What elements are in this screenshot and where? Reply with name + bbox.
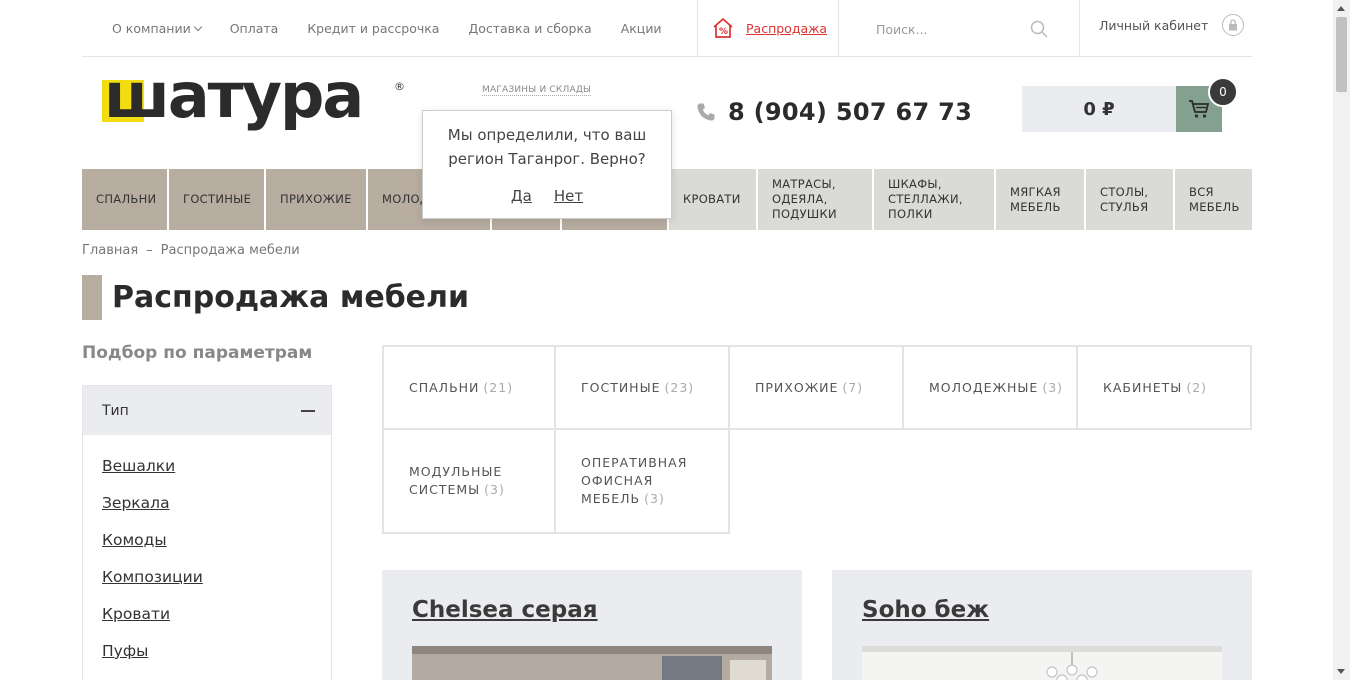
category-tile[interactable]: Модульные системы (3) bbox=[382, 428, 556, 534]
cart-button[interactable]: 0 bbox=[1176, 77, 1238, 132]
account-link[interactable]: Личный кабинет bbox=[1099, 14, 1245, 36]
filter-item[interactable]: Вешалки bbox=[102, 457, 331, 475]
cart[interactable]: 0 ₽ 0 bbox=[1022, 77, 1238, 132]
top-bar: О компании Оплата Кредит и рассрочка Дос… bbox=[82, 0, 1252, 57]
logo[interactable]: шатура ® bbox=[102, 65, 405, 149]
category-tile[interactable]: Гостиные (23) bbox=[554, 345, 730, 430]
page-title: Распродажа мебели bbox=[112, 280, 469, 315]
main-nav-item-tables-chairs[interactable]: Столы, стулья bbox=[1086, 169, 1175, 230]
filter-item[interactable]: Комоды bbox=[102, 531, 331, 549]
cart-count-badge: 0 bbox=[1208, 77, 1238, 107]
top-nav-promos[interactable]: Акции bbox=[621, 21, 662, 36]
account-label: Личный кабинет bbox=[1099, 17, 1209, 33]
filter-item[interactable]: Композиции bbox=[102, 568, 331, 586]
divider bbox=[1079, 0, 1080, 57]
product-name[interactable]: Soho беж bbox=[862, 597, 989, 623]
search-input[interactable] bbox=[876, 14, 1026, 44]
category-grid: Спальни (21) Гостиные (23) Прихожие (7) Мол… bbox=[382, 345, 1252, 535]
main-nav-item-soft-furniture[interactable]: Мягкая мебель bbox=[996, 169, 1086, 230]
stores-link[interactable]: магазины и склады bbox=[482, 85, 592, 96]
category-count: (3) bbox=[484, 482, 505, 497]
scroll-up-arrow-icon[interactable] bbox=[1337, 6, 1345, 11]
sale-link-label: Распродажа bbox=[746, 20, 828, 36]
category-label: Оперативная офисная мебель bbox=[581, 455, 688, 506]
product-image[interactable] bbox=[862, 646, 1222, 680]
category-count: (21) bbox=[483, 379, 514, 395]
top-nav-credit[interactable]: Кредит и рассрочка bbox=[307, 21, 439, 36]
category-tile[interactable]: Оперативная офисная мебель (3) bbox=[554, 428, 730, 534]
logo-registered-mark: ® bbox=[394, 80, 405, 93]
divider bbox=[838, 0, 839, 57]
cart-sum: 0 ₽ bbox=[1083, 98, 1115, 120]
filter-section-label: Тип bbox=[102, 402, 129, 419]
region-yes-button[interactable]: Да bbox=[511, 187, 532, 205]
category-label: Кабинеты bbox=[1103, 379, 1183, 395]
region-popup: Мы определили, что ваш регион Таганрог. … bbox=[422, 110, 672, 219]
filter-list: Вешалки Зеркала Комоды Композиции Кроват… bbox=[83, 435, 331, 660]
breadcrumb-home[interactable]: Главная bbox=[82, 243, 138, 258]
top-nav: О компании Оплата Кредит и рассрочка Дос… bbox=[112, 0, 662, 57]
filter-item[interactable]: Кровати bbox=[102, 605, 331, 623]
top-nav-about[interactable]: О компании bbox=[112, 21, 202, 36]
category-tile[interactable]: Прихожие (7) bbox=[728, 345, 904, 430]
category-label: Спальни bbox=[409, 379, 480, 395]
product-card[interactable]: Chelsea серая bbox=[382, 570, 802, 680]
main-nav-item-bedrooms[interactable]: Спальни bbox=[82, 169, 169, 230]
filter-heading: Подбор по параметрам bbox=[82, 343, 313, 363]
breadcrumb: Главная – Распродажа мебели bbox=[82, 243, 300, 258]
category-count: (7) bbox=[842, 379, 864, 395]
product-name[interactable]: Chelsea серая bbox=[412, 597, 598, 623]
breadcrumb-current: Распродажа мебели bbox=[160, 243, 300, 258]
category-tile[interactable]: Кабинеты (2) bbox=[1076, 345, 1252, 430]
collapse-minus-icon bbox=[301, 409, 315, 412]
main-nav-item-all-furniture[interactable]: Вся мебель bbox=[1175, 169, 1252, 230]
category-count: (3) bbox=[1042, 379, 1064, 395]
page-title-block: Распродажа мебели bbox=[82, 275, 469, 320]
category-label: Молодежные bbox=[929, 379, 1039, 395]
top-nav-delivery[interactable]: Доставка и сборка bbox=[468, 21, 591, 36]
breadcrumb-separator: – bbox=[146, 243, 153, 258]
sale-link[interactable]: % Распродажа bbox=[712, 17, 827, 39]
category-tile[interactable]: Спальни (21) bbox=[382, 345, 556, 430]
page-scrollbar[interactable] bbox=[1333, 0, 1350, 680]
scrollbar-thumb[interactable] bbox=[1336, 17, 1347, 92]
region-no-button[interactable]: Нет bbox=[554, 187, 583, 205]
main-nav-item-hallways[interactable]: Прихожие bbox=[266, 169, 368, 230]
filter-item[interactable]: Пуфы bbox=[102, 642, 331, 660]
phone-number: 8 (904) 507 67 73 bbox=[728, 98, 973, 126]
filter-item[interactable]: Зеркала bbox=[102, 494, 331, 512]
chevron-down-icon bbox=[193, 22, 202, 32]
top-nav-about-label: О компании bbox=[112, 21, 191, 36]
category-count: (3) bbox=[644, 491, 665, 506]
lock-icon bbox=[1222, 14, 1245, 36]
filter-panel: Тип Вешалки Зеркала Комоды Композиции Кр… bbox=[82, 385, 332, 680]
category-label: Прихожие bbox=[755, 379, 839, 395]
cart-icon bbox=[1189, 100, 1210, 118]
main-nav-item-wardrobes[interactable]: Шкафы, стеллажи, полки bbox=[874, 169, 996, 230]
category-tile[interactable]: Молодежные (3) bbox=[902, 345, 1078, 430]
main-nav-item-mattresses[interactable]: Матрасы, одеяла, подушки bbox=[758, 169, 874, 230]
svg-text:%: % bbox=[719, 27, 728, 37]
sale-house-icon: % bbox=[713, 17, 733, 38]
divider bbox=[697, 0, 698, 57]
title-accent-bar bbox=[82, 275, 102, 320]
category-count: (23) bbox=[664, 379, 695, 395]
scroll-down-arrow-icon[interactable] bbox=[1337, 669, 1345, 674]
region-answers: Да Нет bbox=[423, 187, 671, 205]
filter-section-type[interactable]: Тип bbox=[83, 386, 331, 435]
product-card[interactable]: Soho беж bbox=[832, 570, 1252, 680]
top-nav-payment[interactable]: Оплата bbox=[230, 21, 279, 36]
search-box bbox=[876, 14, 1056, 44]
phone[interactable]: 8 (904) 507 67 73 bbox=[696, 98, 972, 126]
product-image[interactable] bbox=[412, 646, 772, 680]
main-nav-item-beds[interactable]: Кровати bbox=[669, 169, 758, 230]
category-label: Гостиные bbox=[581, 379, 661, 395]
logo-text: шатура bbox=[104, 59, 364, 132]
main-nav-item-living-rooms[interactable]: Гостиные bbox=[169, 169, 266, 230]
category-count: (2) bbox=[1186, 379, 1208, 395]
phone-icon bbox=[697, 103, 715, 121]
search-icon[interactable] bbox=[1030, 20, 1048, 38]
region-question: Мы определили, что ваш регион Таганрог. … bbox=[447, 126, 647, 168]
